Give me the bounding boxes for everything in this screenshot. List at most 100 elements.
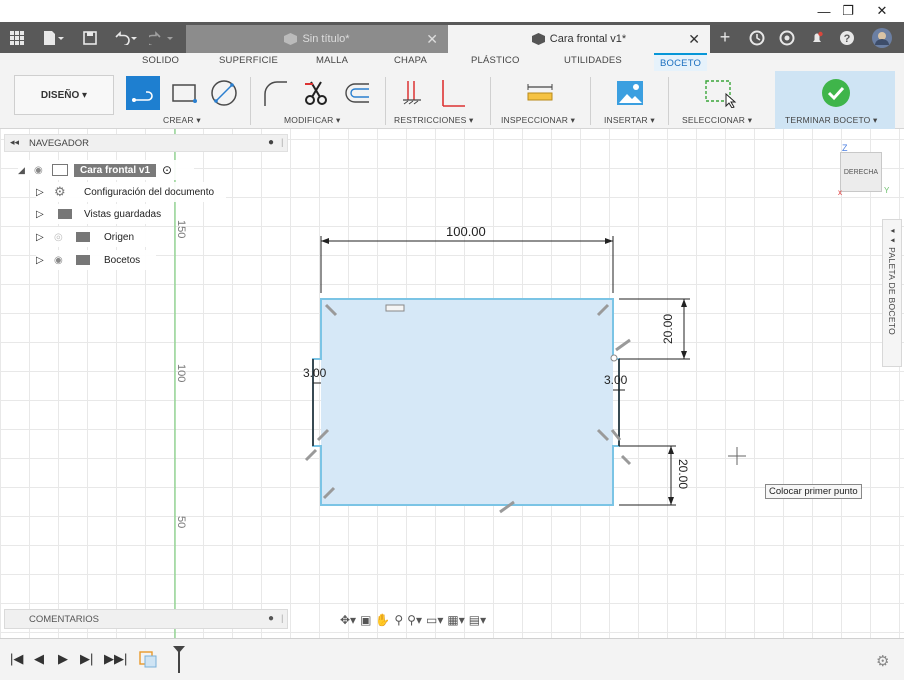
- tree-item-configuracion[interactable]: ▷ ⚙ Configuración del documento: [36, 182, 226, 202]
- expand-icon[interactable]: ▷: [36, 187, 54, 198]
- new-tab-icon[interactable]: +: [712, 22, 738, 53]
- tab-utilidades[interactable]: UTILIDADES: [564, 55, 622, 66]
- comments-panel[interactable]: COMENTARIOS ● |: [4, 609, 288, 629]
- sketch-feature-icon[interactable]: [138, 649, 158, 672]
- group-crear[interactable]: CREAR ▾: [163, 115, 201, 126]
- group-inspeccionar[interactable]: INSPECCIONAR ▾: [501, 115, 575, 126]
- coincident-constraint-icon[interactable]: [394, 76, 430, 110]
- notifications-icon[interactable]: [806, 22, 828, 53]
- gear-icon[interactable]: ⚙: [876, 652, 889, 670]
- window-select-icon[interactable]: [702, 76, 738, 110]
- close-window-button[interactable]: ✕: [862, 0, 902, 22]
- close-tab-icon[interactable]: ✕: [426, 31, 438, 48]
- tab-boceto[interactable]: BOCETO: [654, 53, 708, 71]
- tab-chapa[interactable]: CHAPA: [394, 55, 427, 66]
- ruler-label-50: 50: [175, 516, 187, 529]
- tree-item-bocetos[interactable]: ▷ ◉ Bocetos: [36, 250, 156, 270]
- tree-item-vistas[interactable]: ▷ Vistas guardadas: [36, 204, 172, 224]
- circle-icon[interactable]: [206, 76, 242, 110]
- group-insertar[interactable]: INSERTAR ▾: [604, 115, 655, 126]
- collapse-icon[interactable]: ◂◂: [10, 137, 19, 148]
- tab-solido[interactable]: SOLIDO: [142, 55, 179, 66]
- expand-icon[interactable]: ◢: [18, 165, 34, 176]
- avatar[interactable]: [868, 22, 896, 53]
- pin-icon[interactable]: ●: [268, 137, 274, 148]
- online-status-icon[interactable]: [776, 22, 798, 53]
- save-icon[interactable]: [78, 22, 102, 53]
- expand-icon[interactable]: ▷: [36, 209, 54, 220]
- job-status-icon[interactable]: [746, 22, 768, 53]
- group-restricciones[interactable]: RESTRICCIONES ▾: [394, 115, 474, 126]
- group-modificar[interactable]: MODIFICAR ▾: [284, 115, 341, 126]
- dimension-top-right[interactable]: 20.00: [661, 314, 675, 344]
- eye-icon[interactable]: ◉: [34, 165, 52, 176]
- workspace-selector[interactable]: DISEÑO ▾: [14, 75, 114, 115]
- sketch-palette-tab[interactable]: ◂◂ PALETA DE BOCETO: [882, 219, 902, 367]
- component-icon: [52, 164, 68, 176]
- group-seleccionar[interactable]: SELECCIONAR ▾: [682, 115, 752, 126]
- pan-icon[interactable]: ✋: [375, 613, 390, 627]
- app-grid-icon[interactable]: [4, 22, 30, 53]
- tab-label: Sin título*: [302, 33, 350, 45]
- pin-icon[interactable]: ●: [268, 613, 274, 624]
- expand-icon[interactable]: ▷: [36, 232, 54, 243]
- close-tab-icon[interactable]: ✕: [688, 31, 700, 48]
- step-forward-button[interactable]: ▶|: [80, 651, 93, 667]
- dimension-width[interactable]: 100.00: [446, 224, 486, 239]
- fit-icon[interactable]: ⚲▾: [407, 613, 422, 627]
- activate-radio-icon[interactable]: ⊙: [162, 163, 172, 177]
- dimension-bottom-right[interactable]: 20.00: [676, 459, 690, 489]
- help-icon[interactable]: ?: [836, 22, 858, 53]
- go-to-end-button[interactable]: ▶▶|: [104, 651, 127, 667]
- expand-icon[interactable]: ▷: [36, 255, 54, 266]
- go-to-start-button[interactable]: |◀: [10, 651, 23, 667]
- tab-superficie[interactable]: SUPERFICIE: [219, 55, 278, 66]
- viewcube[interactable]: DERECHA: [840, 152, 882, 192]
- eye-hidden-icon[interactable]: ◎: [54, 232, 76, 243]
- dimension-left-gap[interactable]: 3.00: [303, 366, 326, 380]
- play-button[interactable]: ▶: [58, 651, 68, 667]
- resize-handle[interactable]: |: [281, 137, 283, 148]
- tab-malla[interactable]: MALLA: [316, 55, 348, 66]
- display-settings-icon[interactable]: ▭▾: [426, 613, 443, 627]
- tab-plastico[interactable]: PLÁSTICO: [471, 55, 520, 66]
- rectangle-icon[interactable]: [166, 76, 202, 110]
- tab-bar: Sin título* ✕ Cara frontal v1* ✕ + ?: [0, 22, 904, 53]
- dimension-right-gap[interactable]: 3.00: [604, 373, 627, 387]
- fix-constraint-icon[interactable]: [432, 76, 468, 110]
- offset-icon[interactable]: [338, 76, 374, 110]
- eye-icon[interactable]: ◉: [54, 255, 76, 266]
- look-at-icon[interactable]: ▣: [360, 613, 371, 627]
- file-menu-icon[interactable]: [36, 22, 70, 53]
- navigation-toolbar: ✥▾ ▣ ✋ ⚲ ⚲▾ ▭▾ ▦▾ ▤▾: [340, 609, 568, 631]
- orbit-icon[interactable]: ✥▾: [340, 613, 356, 627]
- group-divider: [668, 77, 669, 125]
- trim-icon[interactable]: [298, 76, 334, 110]
- checkmark-icon: [821, 78, 851, 111]
- tab-sin-titulo[interactable]: Sin título* ✕: [186, 25, 448, 53]
- grid-settings-icon[interactable]: ▦▾: [447, 613, 464, 627]
- redo-icon[interactable]: [146, 22, 178, 53]
- line-icon[interactable]: [126, 76, 160, 110]
- fillet-icon[interactable]: [256, 76, 292, 110]
- tree-item-label: Configuración del documento: [84, 186, 215, 198]
- timeline-marker-icon[interactable]: [172, 645, 186, 678]
- viewports-icon[interactable]: ▤▾: [469, 613, 486, 627]
- insert-image-icon[interactable]: [612, 76, 648, 110]
- undo-icon[interactable]: [110, 22, 142, 53]
- group-divider: [590, 77, 591, 125]
- finish-sketch-button[interactable]: TERMINAR BOCETO ▾: [775, 71, 895, 129]
- sketch-palette-label: ◂◂ PALETA DE BOCETO: [887, 226, 897, 336]
- measure-icon[interactable]: [522, 76, 558, 110]
- zoom-icon[interactable]: ⚲: [394, 613, 403, 627]
- resize-handle[interactable]: |: [281, 613, 283, 624]
- tree-root[interactable]: ◢ ◉ Cara frontal v1 ⊙: [18, 160, 194, 180]
- navigator-header[interactable]: ◂◂ NAVEGADOR ● |: [4, 134, 288, 152]
- tab-cara-frontal[interactable]: Cara frontal v1* ✕: [448, 25, 710, 53]
- timeline: |◀ ◀ ▶ ▶| ▶▶| ⚙: [0, 638, 904, 680]
- step-back-button[interactable]: ◀: [34, 651, 44, 667]
- tree-item-label: Origen: [104, 231, 135, 243]
- tree-item-origen[interactable]: ▷ ◎ Origen: [36, 227, 148, 247]
- folder-icon: [76, 232, 90, 242]
- component-icon: [284, 33, 298, 45]
